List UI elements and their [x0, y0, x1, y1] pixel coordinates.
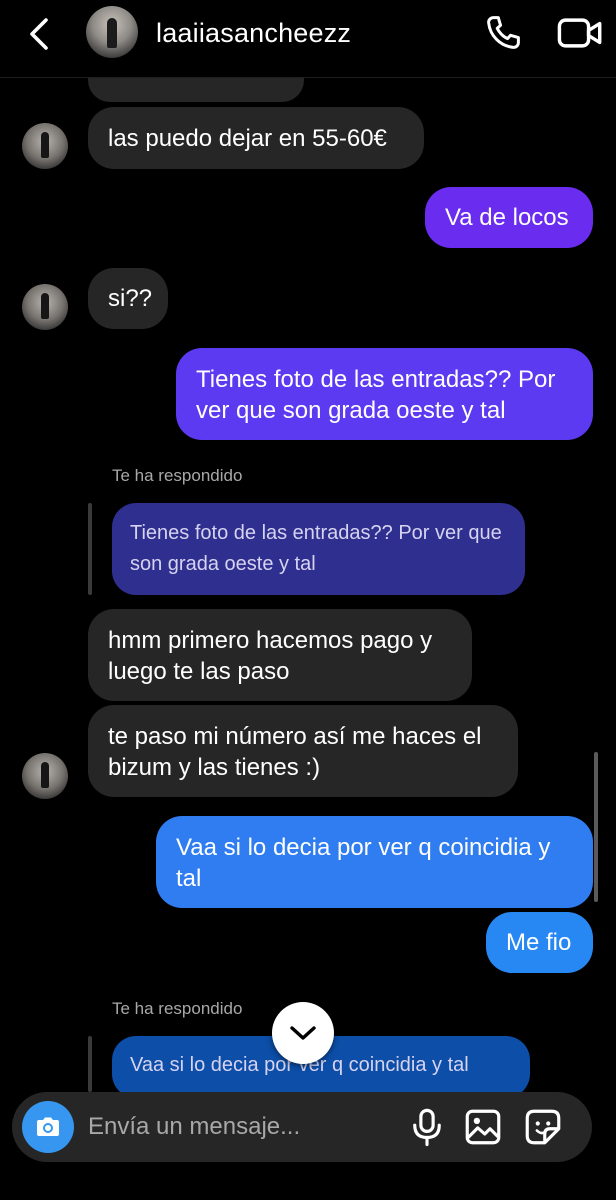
outgoing-message[interactable]: Va de locos	[425, 187, 593, 248]
video-camera-icon[interactable]	[556, 12, 604, 54]
contact-username[interactable]: laaiiasancheezz	[156, 16, 351, 50]
microphone-icon[interactable]	[406, 1106, 448, 1148]
gallery-icon[interactable]	[462, 1106, 504, 1148]
outgoing-message[interactable]: Me fio	[486, 912, 593, 973]
message-text: si??	[108, 285, 153, 312]
quoted-text: Tienes foto de las entradas?? Por ver qu…	[130, 522, 502, 575]
message-text: hmm primero hacemos pago y luego te las …	[108, 627, 433, 685]
dm-screen: laaiiasancheezz las puedo dejar en 55-60…	[0, 0, 616, 1200]
camera-icon	[37, 1117, 59, 1136]
message-text: Tienes foto de las entradas?? Por ver qu…	[196, 366, 556, 424]
message-text: Me fio	[506, 929, 572, 956]
chevron-down-icon	[290, 1026, 316, 1040]
message-text: te paso mi número así me haces el bizum …	[108, 723, 482, 781]
message-input[interactable]	[88, 1110, 388, 1144]
reply-indicator-bar	[88, 503, 92, 595]
message-text: las puedo dejar en 55-60€	[108, 124, 387, 152]
outgoing-message[interactable]: Tienes foto de las entradas?? Por ver qu…	[176, 348, 593, 440]
reply-label: Te ha respondido	[112, 466, 243, 485]
phone-icon[interactable]	[482, 12, 524, 54]
scrollbar-thumb[interactable]	[594, 752, 598, 902]
reply-indicator-bar	[88, 1036, 92, 1092]
outgoing-message[interactable]: Vaa si lo decia por ver q coincidia y ta…	[156, 816, 593, 908]
incoming-message[interactable]: si??	[88, 268, 168, 329]
message-composer	[12, 1092, 592, 1162]
scroll-to-latest-button[interactable]	[272, 1002, 334, 1064]
chat-header: laaiiasancheezz	[0, 0, 616, 78]
incoming-message[interactable]: las puedo dejar en 55-60€	[88, 107, 424, 169]
message-text: Va de locos	[445, 204, 569, 231]
sticker-icon[interactable]	[522, 1106, 564, 1148]
chevron-left-icon[interactable]	[22, 14, 58, 54]
sender-avatar[interactable]	[22, 284, 68, 330]
message-text: Vaa si lo decia por ver q coincidia y ta…	[176, 834, 551, 892]
reply-label: Te ha respondido	[112, 999, 243, 1018]
camera-button[interactable]	[22, 1101, 74, 1153]
sender-avatar[interactable]	[22, 753, 68, 799]
incoming-message[interactable]: hmm primero hacemos pago y luego te las …	[88, 609, 472, 701]
sender-avatar[interactable]	[22, 123, 68, 169]
incoming-message[interactable]: te paso mi número así me haces el bizum …	[88, 705, 518, 797]
quoted-message[interactable]: Tienes foto de las entradas?? Por ver qu…	[112, 503, 525, 595]
contact-avatar[interactable]	[86, 6, 138, 58]
